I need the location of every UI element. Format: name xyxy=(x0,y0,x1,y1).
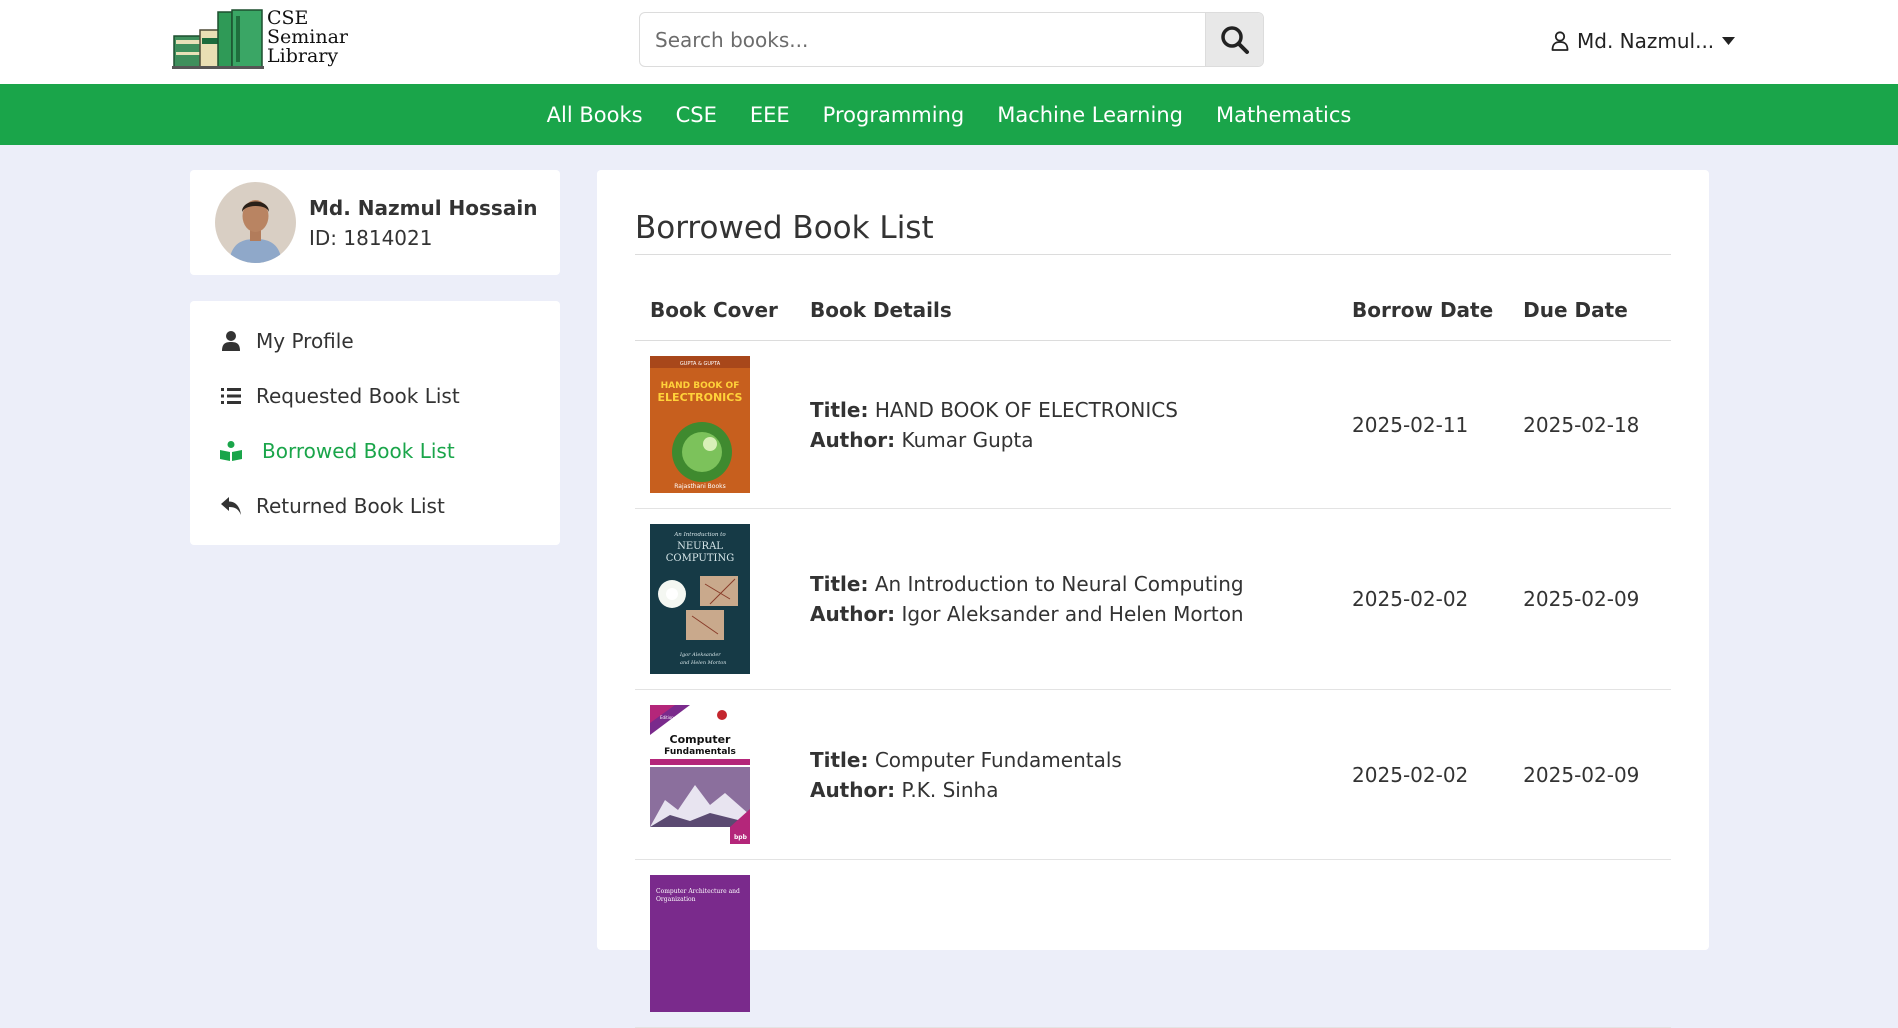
borrow-date-cell: 2025-02-02 xyxy=(1337,508,1509,690)
book-title: HAND BOOK OF ELECTRONICS xyxy=(874,397,1178,422)
svg-text:NEURAL: NEURAL xyxy=(677,541,723,552)
svg-text:ELECTRONICS: ELECTRONICS xyxy=(658,391,743,404)
nav-eee[interactable]: EEE xyxy=(750,103,790,127)
sidebar-item-label: Returned Book List xyxy=(256,494,445,518)
book-cover-image[interactable]: An Introduction to NEURAL COMPUTING Igor… xyxy=(650,524,750,674)
column-header-borrow-date: Borrow Date xyxy=(1337,280,1509,341)
book-author: Igor Aleksander and Helen Morton xyxy=(901,602,1244,626)
nav-machine-learning[interactable]: Machine Learning xyxy=(997,103,1183,127)
table-row: Computer Architecture and Organization xyxy=(635,859,1671,1028)
table-header-row: Book Cover Book Details Borrow Date Due … xyxy=(635,280,1671,341)
borrowed-books-table: Book Cover Book Details Borrow Date Due … xyxy=(635,280,1671,1028)
title-divider xyxy=(635,254,1671,255)
book-details-cell: Title: An Introduction to Neural Computi… xyxy=(794,508,1338,690)
borrow-date-cell: 2025-02-02 xyxy=(1337,689,1509,860)
title-label: Title: xyxy=(809,397,869,422)
nav-mathematics[interactable]: Mathematics xyxy=(1216,103,1351,127)
search-button[interactable] xyxy=(1205,13,1263,66)
profile-id: ID: 1814021 xyxy=(309,226,433,250)
svg-text:and Helen Morton: and Helen Morton xyxy=(680,660,726,666)
top-header: CSE Seminar Library Md. Nazmul... xyxy=(0,0,1898,84)
table-row: An Introduction to NEURAL COMPUTING Igor… xyxy=(635,508,1671,690)
search-bar xyxy=(639,12,1264,67)
column-header-due-date: Due Date xyxy=(1508,280,1671,341)
cover-footer-text: bpb xyxy=(734,834,748,841)
book-details-cell xyxy=(794,859,1338,1028)
book-details-cell: Title: HAND BOOK OF ELECTRONICS Author: … xyxy=(794,340,1338,509)
book-details-cell: Title: Computer Fundamentals Author: P.K… xyxy=(794,689,1338,860)
author-label: Author: xyxy=(809,777,896,802)
cover-top-text: Edition xyxy=(660,715,674,720)
due-date-cell xyxy=(1508,859,1671,1028)
sidebar-item-my-profile[interactable]: My Profile xyxy=(220,326,354,356)
due-date-cell: 2025-02-09 xyxy=(1508,689,1671,860)
sidebar-item-returned-books[interactable]: Returned Book List xyxy=(220,491,445,521)
borrow-date-cell: 2025-02-11 xyxy=(1337,340,1509,509)
sidebar-item-requested-books[interactable]: Requested Book List xyxy=(220,381,460,411)
book-author: P.K. Sinha xyxy=(901,777,999,802)
svg-text:HAND BOOK OF: HAND BOOK OF xyxy=(661,381,740,391)
table-row: Edition Computer Fundamentals bpb Title:… xyxy=(635,689,1671,860)
sidebar-item-borrowed-books[interactable]: Borrowed Book List xyxy=(220,436,455,466)
sidebar-menu: My Profile Requested Book List Borrowed … xyxy=(190,301,560,545)
user-menu-name: Md. Nazmul... xyxy=(1577,29,1715,53)
reply-arrow-icon xyxy=(220,497,242,515)
cover-top-text: GUPTA & GUPTA xyxy=(680,361,721,367)
column-header-details: Book Details xyxy=(794,280,1338,341)
sidebar-item-label: Borrowed Book List xyxy=(262,439,455,463)
category-nav: All Books CSE EEE Programming Machine Le… xyxy=(0,84,1898,145)
profile-name: Md. Nazmul Hossain xyxy=(309,196,538,220)
caret-down-icon xyxy=(1722,37,1736,45)
open-book-icon xyxy=(220,441,242,461)
user-icon xyxy=(220,331,242,351)
svg-text:Computer Architecture and: Computer Architecture and xyxy=(656,888,740,895)
svg-text:COMPUTING: COMPUTING xyxy=(666,553,734,564)
cover-footer-text: Rajasthani Books xyxy=(674,483,725,490)
logo-line-3: Library xyxy=(267,45,339,67)
sidebar-item-label: My Profile xyxy=(256,329,354,353)
profile-card: Md. Nazmul Hossain ID: 1814021 xyxy=(190,170,560,275)
user-outline-icon xyxy=(1551,31,1569,51)
svg-text:Organization: Organization xyxy=(656,896,696,903)
title-label: Title: xyxy=(809,572,869,596)
svg-text:Igor Aleksander: Igor Aleksander xyxy=(679,652,721,658)
site-logo[interactable]: CSE Seminar Library xyxy=(172,8,362,72)
book-cover-image[interactable]: GUPTA & GUPTA HAND BOOK OF ELECTRONICS R… xyxy=(650,356,750,493)
avatar-photo xyxy=(215,182,296,263)
avatar xyxy=(215,182,296,263)
book-title: Computer Fundamentals xyxy=(874,747,1122,772)
sidebar-item-label: Requested Book List xyxy=(256,384,460,408)
book-cover-image[interactable]: Computer Architecture and Organization xyxy=(650,875,750,1012)
book-cover-cell: GUPTA & GUPTA HAND BOOK OF ELECTRONICS R… xyxy=(635,340,795,509)
book-cover-cell: Computer Architecture and Organization xyxy=(635,859,795,1028)
search-input[interactable] xyxy=(640,13,1207,66)
search-icon xyxy=(1220,25,1249,54)
svg-text:Computer: Computer xyxy=(670,733,732,746)
page-title: Borrowed Book List xyxy=(635,210,934,246)
due-date-cell: 2025-02-09 xyxy=(1508,508,1671,690)
cover-top-text: An Introduction to xyxy=(673,532,726,538)
column-header-cover: Book Cover xyxy=(635,280,795,341)
user-menu-dropdown[interactable]: Md. Nazmul... xyxy=(1551,26,1736,56)
author-label: Author: xyxy=(809,427,896,452)
borrow-date-cell xyxy=(1337,859,1509,1028)
author-label: Author: xyxy=(809,602,896,626)
nav-programming[interactable]: Programming xyxy=(823,103,965,127)
book-cover-image[interactable]: Edition Computer Fundamentals bpb xyxy=(650,705,750,844)
book-author: Kumar Gupta xyxy=(901,427,1034,452)
books-logo-icon xyxy=(172,9,264,69)
table-row: GUPTA & GUPTA HAND BOOK OF ELECTRONICS R… xyxy=(635,340,1671,509)
svg-text:Fundamentals: Fundamentals xyxy=(664,747,736,757)
list-icon xyxy=(220,388,242,404)
nav-cse[interactable]: CSE xyxy=(676,103,717,127)
due-date-cell: 2025-02-18 xyxy=(1508,340,1671,509)
nav-all-books[interactable]: All Books xyxy=(547,103,643,127)
title-label: Title: xyxy=(809,747,869,772)
book-cover-cell: Edition Computer Fundamentals bpb xyxy=(635,689,795,860)
borrowed-books-panel: Borrowed Book List Book Cover Book Detai… xyxy=(597,170,1709,1028)
book-cover-cell: An Introduction to NEURAL COMPUTING Igor… xyxy=(635,508,795,690)
book-title: An Introduction to Neural Computing xyxy=(874,572,1244,596)
